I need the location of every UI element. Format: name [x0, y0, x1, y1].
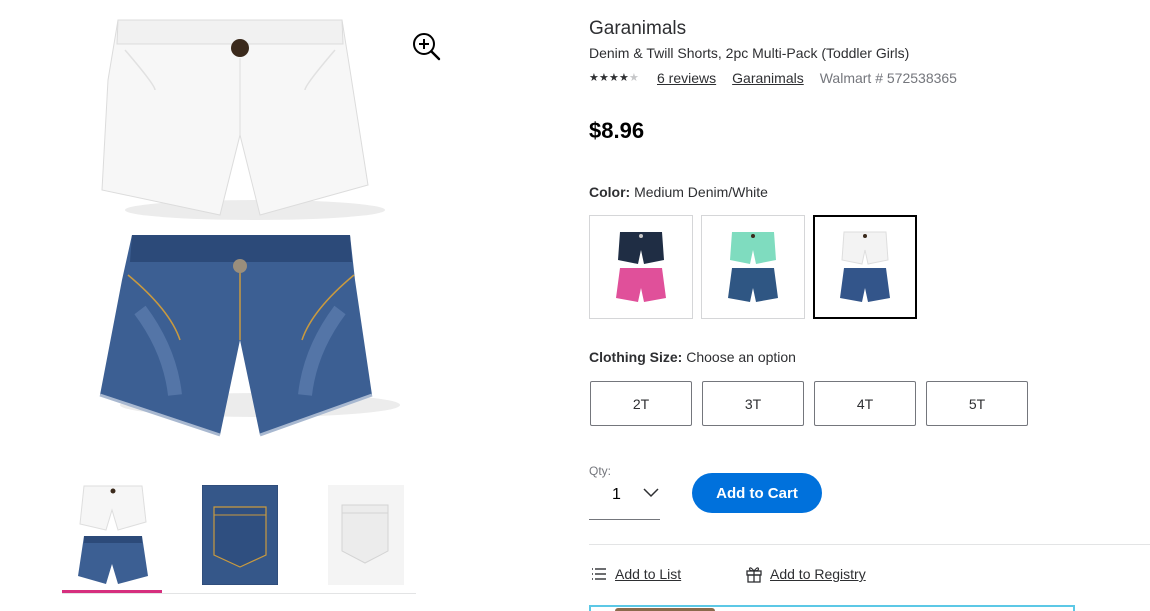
color-selected-value: Medium Denim/White: [634, 184, 768, 200]
item-number: Walmart # 572538365: [819, 70, 957, 86]
list-icon: [590, 565, 608, 583]
size-option-4t[interactable]: 4T: [814, 381, 916, 426]
product-meta-row: ★ ★ ★ ★ ★ 6 reviews Garanimals Walmart # 572…: [589, 70, 957, 86]
size-option-2t[interactable]: 2T: [590, 381, 692, 426]
brand-link[interactable]: Garanimals: [732, 70, 804, 86]
chevron-down-icon: [643, 488, 659, 498]
quantity-value: 1: [612, 486, 621, 503]
add-to-cart-button[interactable]: Add to Cart: [692, 473, 822, 513]
product-name: Denim & Twill Shorts, 2pc Multi-Pack (To…: [589, 45, 910, 61]
size-option-5t[interactable]: 5T: [926, 381, 1028, 426]
star-filled-icon: ★: [599, 72, 609, 84]
star-filled-icon: ★: [609, 72, 619, 84]
brand-title: Garanimals: [589, 18, 687, 39]
add-to-registry-link[interactable]: Add to Registry: [745, 565, 866, 583]
quantity-select[interactable]: 1: [589, 478, 660, 520]
thumbnail-1[interactable]: [62, 480, 162, 590]
size-option-3t[interactable]: 3T: [702, 381, 804, 426]
color-swatch-3[interactable]: [813, 215, 917, 319]
size-label: Clothing Size:: [589, 349, 683, 365]
add-to-list-link[interactable]: Add to List: [590, 565, 681, 583]
thumbnail-strip: [62, 480, 416, 594]
product-price: $8.96: [589, 118, 645, 143]
add-to-list-label: Add to List: [615, 566, 682, 582]
thumbnail-2[interactable]: [200, 480, 300, 590]
add-to-registry-label: Add to Registry: [770, 566, 866, 582]
promo-card: [589, 605, 1075, 611]
star-rating[interactable]: ★ ★ ★ ★ ★: [589, 71, 639, 85]
color-swatch-2[interactable]: [701, 215, 805, 319]
color-option-label: Color: Medium Denim/White: [589, 184, 768, 200]
star-empty-icon: ★: [629, 72, 639, 84]
gift-icon: [745, 565, 763, 583]
size-selected-value: Choose an option: [686, 349, 796, 365]
size-option-label: Clothing Size: Choose an option: [589, 349, 796, 365]
section-divider: [589, 544, 1150, 545]
active-thumbnail-indicator: [62, 590, 162, 593]
color-swatch-1[interactable]: [589, 215, 693, 319]
star-filled-icon: ★: [589, 72, 599, 84]
reviews-link[interactable]: 6 reviews: [657, 70, 716, 86]
main-product-image[interactable]: [80, 10, 400, 460]
color-label: Color:: [589, 184, 631, 200]
zoom-in-icon[interactable]: [410, 30, 444, 64]
star-filled-icon: ★: [619, 72, 629, 84]
quantity-label: Qty:: [589, 464, 612, 478]
thumbnail-3[interactable]: [328, 480, 428, 590]
